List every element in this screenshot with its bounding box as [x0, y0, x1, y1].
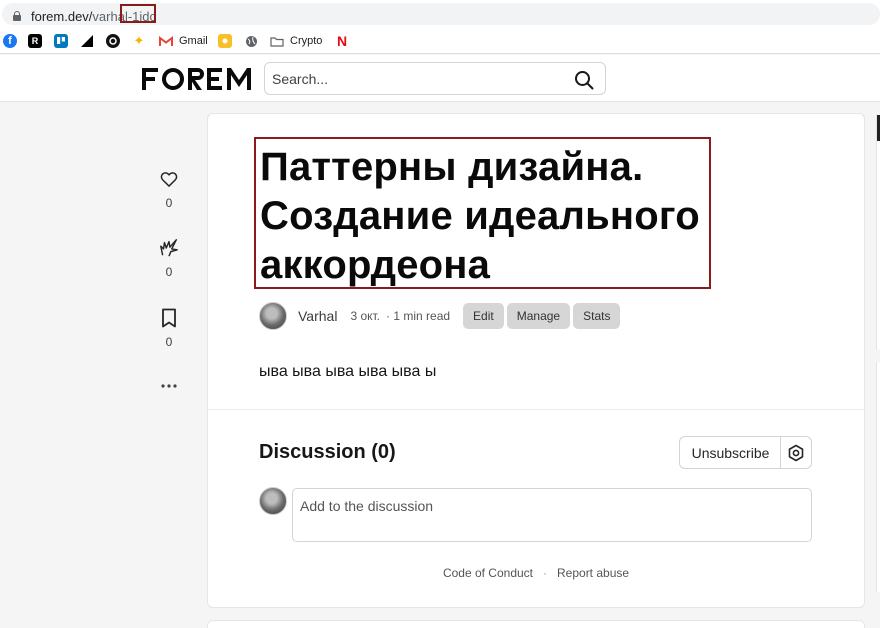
commenter-avatar [259, 487, 287, 515]
publish-date: 3 окт. [350, 309, 381, 323]
bookmark-yellow-app[interactable] [218, 33, 232, 49]
facebook-icon: f [3, 34, 17, 48]
right-sidebar-card [876, 114, 880, 350]
code-of-conduct-link[interactable]: Code of Conduct [443, 566, 533, 580]
bookmark-globe[interactable] [244, 33, 258, 49]
bookmark-r-app[interactable]: R [28, 33, 42, 49]
search-input[interactable] [272, 69, 562, 89]
search-button[interactable] [573, 69, 595, 91]
search-icon [575, 71, 594, 90]
section-divider [208, 409, 864, 410]
search-bar [264, 62, 606, 95]
bookmark-facebook[interactable]: f [3, 33, 17, 49]
more-options-button[interactable] [149, 380, 189, 392]
bookmark-netflix[interactable]: N [335, 33, 349, 49]
unicorn-reaction[interactable]: 0 [149, 238, 189, 279]
like-reaction[interactable]: 0 [149, 169, 189, 210]
article-meta: Varhal 3 окт. · 1 min read Edit Manage S… [259, 302, 621, 330]
circle-app-icon [106, 34, 120, 48]
right-sidebar-card-2 [876, 362, 880, 592]
globe-icon [244, 34, 258, 48]
unicorn-icon [160, 239, 178, 257]
like-count: 0 [165, 196, 173, 210]
trello-icon [54, 34, 68, 48]
site-header [0, 55, 880, 102]
bookmark-sparkle[interactable]: ✦ [132, 33, 146, 49]
bookmark-reaction[interactable]: 0 [149, 308, 189, 349]
lock-icon[interactable] [13, 11, 21, 21]
bookmark-crypto-label: Crypto [290, 35, 323, 47]
author-avatar[interactable] [259, 302, 287, 330]
heart-icon [160, 172, 178, 187]
browser-url-bar: forem.dev/varhal-1idc [0, 0, 880, 28]
subscription-settings-button[interactable] [780, 436, 812, 469]
bookmark-trello[interactable] [54, 33, 68, 49]
next-article-card [207, 620, 865, 628]
url-host: forem.dev/ [31, 9, 93, 24]
more-icon [161, 384, 177, 388]
url-highlight-box [120, 4, 156, 23]
r-app-icon: R [28, 34, 42, 48]
gmail-icon [159, 34, 173, 48]
discussion-title: Discussion (0) [259, 441, 396, 463]
article-card: Паттерны дизайна. Создание идеального ак… [207, 113, 865, 608]
report-abuse-link[interactable]: Report abuse [557, 566, 629, 580]
settings-hexagon-icon [788, 444, 804, 461]
bookmark-triangle[interactable] [80, 33, 94, 49]
forem-logo[interactable] [142, 67, 252, 96]
footer-separator: · [543, 566, 547, 580]
triangle-icon [80, 34, 94, 48]
yellow-app-icon [218, 34, 232, 48]
edit-button[interactable]: Edit [463, 303, 504, 329]
bookmark-icon [162, 308, 176, 328]
bookmarks-bar: f R ✦ Gmail Crypto N [0, 28, 880, 54]
bookmark-gmail[interactable]: Gmail [159, 33, 208, 49]
article-body: ыва ыва ыва ыва ыва ы [259, 363, 437, 380]
article-footer-links: Code of Conduct · Report abuse [208, 566, 864, 580]
bookmark-count: 0 [165, 335, 173, 349]
article-title: Паттерны дизайна. Создание идеального ак… [260, 145, 700, 287]
read-time: · 1 min read [386, 309, 451, 323]
unsubscribe-button[interactable]: Unsubscribe [679, 436, 782, 469]
netflix-icon: N [336, 33, 348, 49]
manage-button[interactable]: Manage [506, 303, 571, 329]
bookmark-gmail-label: Gmail [179, 35, 208, 47]
bookmark-circle-app[interactable] [106, 33, 120, 49]
bookmark-crypto-folder[interactable]: Crypto [270, 33, 322, 49]
stats-button[interactable]: Stats [573, 303, 621, 329]
comment-input[interactable] [292, 488, 812, 542]
sparkle-icon: ✦ [133, 33, 145, 48]
unicorn-count: 0 [165, 265, 173, 279]
folder-icon [270, 34, 284, 48]
author-name[interactable]: Varhal [298, 308, 337, 324]
